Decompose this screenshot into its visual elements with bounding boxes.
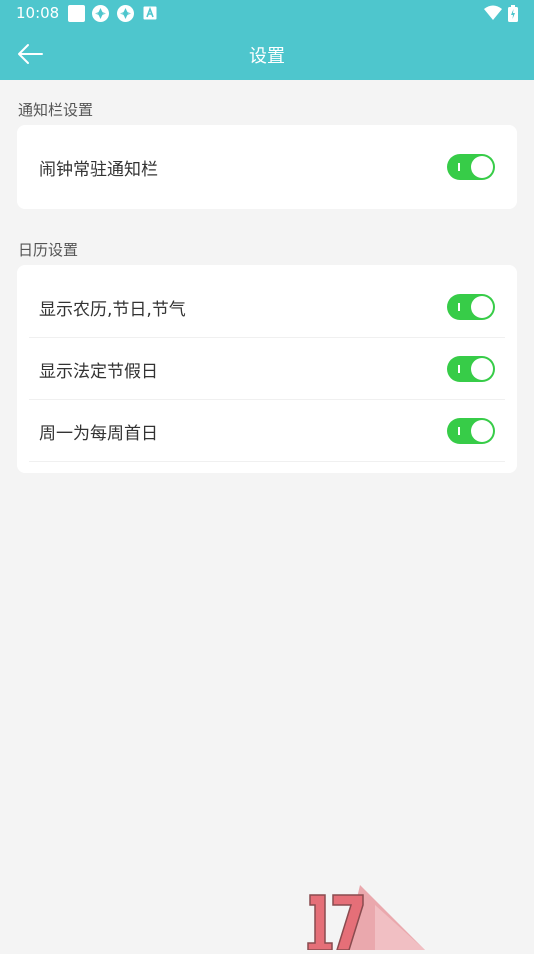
toggle-switch[interactable] [447, 154, 495, 180]
setting-row-monday-first[interactable]: 周一为每周首日 [17, 400, 517, 462]
settings-card-notification: 闹钟常驻通知栏 [17, 125, 517, 209]
setting-row-holidays[interactable]: 显示法定节假日 [17, 338, 517, 400]
section-title-calendar: 日历设置 [18, 241, 79, 259]
a-box-icon [143, 5, 157, 24]
toggle-on-mark [458, 303, 460, 311]
toggle-on-mark [458, 163, 460, 171]
pinwheel-icon [117, 5, 134, 26]
square-icon [68, 5, 85, 26]
toggle-knob [471, 156, 493, 178]
toggle-switch[interactable] [447, 356, 495, 382]
toggle-knob [471, 296, 493, 318]
status-time: 10:08 [16, 4, 60, 22]
toggle-knob [471, 358, 493, 380]
top-bar: 10:08 设置 [0, 0, 534, 80]
setting-row-lunar[interactable]: 显示农历,节日,节气 [17, 276, 517, 338]
toggle-on-mark [458, 427, 460, 435]
watermark-logo [305, 885, 465, 951]
toggle-switch[interactable] [447, 418, 495, 444]
status-bar: 10:08 [0, 0, 534, 28]
settings-card-calendar: 显示农历,节日,节气 显示法定节假日 周一为每周首日 [17, 265, 517, 473]
setting-label: 闹钟常驻通知栏 [39, 160, 158, 180]
toggle-knob [471, 420, 493, 442]
setting-label: 周一为每周首日 [39, 424, 158, 444]
pinwheel-icon [92, 5, 109, 26]
toggle-switch[interactable] [447, 294, 495, 320]
setting-row-persistent-alarm[interactable]: 闹钟常驻通知栏 [17, 136, 517, 198]
wifi-icon [484, 5, 502, 25]
page-title: 设置 [249, 46, 285, 67]
setting-label: 显示农历,节日,节气 [39, 300, 186, 320]
battery-icon [508, 5, 518, 26]
row-divider [29, 461, 505, 462]
setting-label: 显示法定节假日 [39, 362, 158, 382]
section-title-notification: 通知栏设置 [18, 101, 94, 119]
toggle-on-mark [458, 365, 460, 373]
